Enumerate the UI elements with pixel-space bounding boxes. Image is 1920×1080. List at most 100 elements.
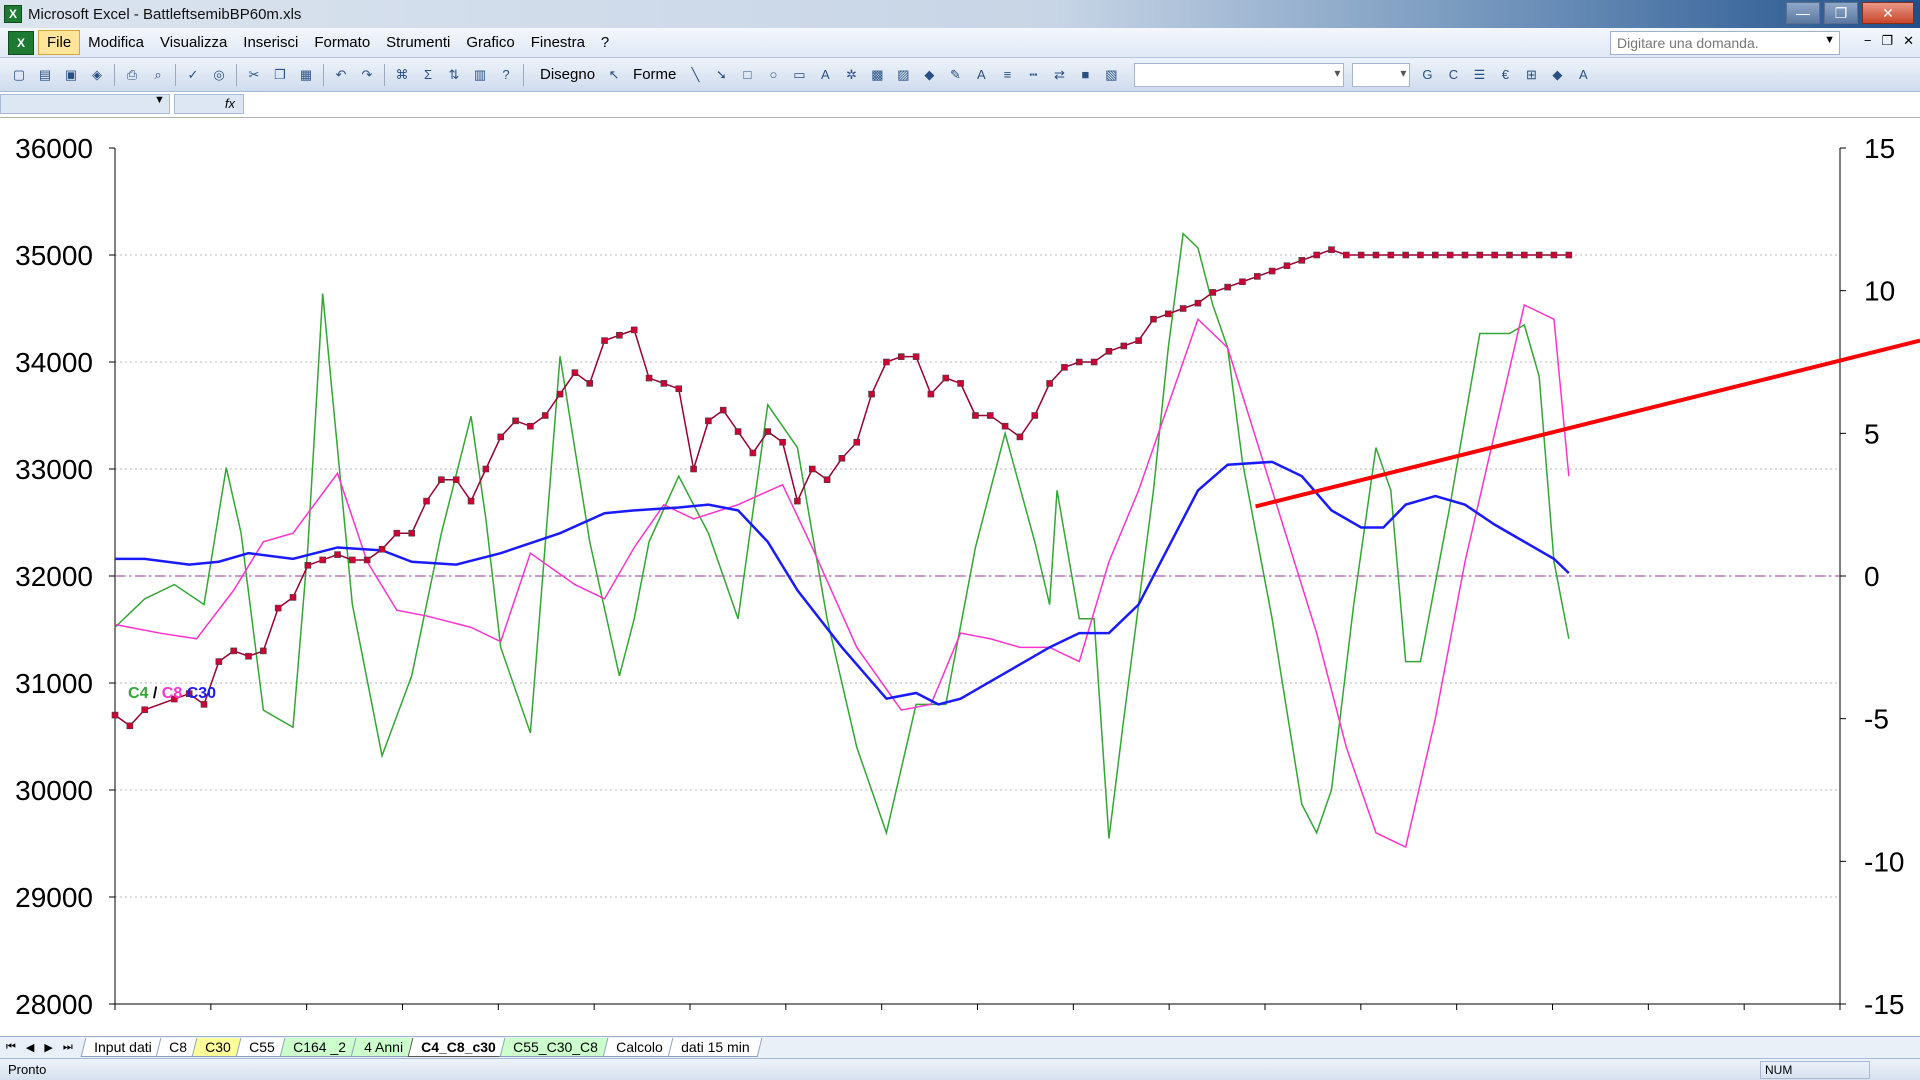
- clipart-icon[interactable]: ▩: [867, 65, 887, 85]
- price-marker: [1521, 251, 1528, 259]
- menu-grafico[interactable]: Grafico: [458, 31, 522, 54]
- sheet-tab-4-anni[interactable]: 4 Anni: [350, 1038, 416, 1057]
- oval-icon[interactable]: ○: [763, 65, 783, 85]
- print-icon[interactable]: ⎙: [122, 65, 142, 85]
- status-bar: Pronto NUM: [0, 1058, 1920, 1080]
- new-icon[interactable]: ▢: [9, 65, 29, 85]
- paste-icon[interactable]: ▦: [296, 65, 316, 85]
- research-icon[interactable]: ◎: [209, 65, 229, 85]
- cut-icon[interactable]: ✂: [244, 65, 264, 85]
- line-color-icon[interactable]: ✎: [945, 65, 965, 85]
- redo-icon[interactable]: ↷: [357, 65, 377, 85]
- fill-color-icon[interactable]: ◆: [919, 65, 939, 85]
- chevron-down-icon[interactable]: ▼: [1824, 34, 1835, 46]
- undo-icon[interactable]: ↶: [331, 65, 351, 85]
- arrow-icon[interactable]: ➘: [711, 65, 731, 85]
- bold-button[interactable]: G: [1417, 65, 1437, 85]
- sheet-tab-calcolo[interactable]: Calcolo: [602, 1038, 677, 1057]
- close-button[interactable]: ✕: [1862, 2, 1914, 24]
- arrow-style-icon[interactable]: ⇄: [1049, 65, 1069, 85]
- menu-help[interactable]: ?: [593, 31, 617, 54]
- font-color-icon[interactable]: A: [971, 65, 991, 85]
- maximize-button[interactable]: ❐: [1824, 2, 1858, 24]
- align-icon[interactable]: ☰: [1469, 65, 1489, 85]
- last-sheet-icon[interactable]: ⏭: [63, 1041, 73, 1054]
- price-marker: [452, 476, 460, 484]
- menu-strumenti[interactable]: Strumenti: [378, 31, 458, 54]
- dash-style-icon[interactable]: ┅: [1023, 65, 1043, 85]
- menu-file[interactable]: File: [38, 30, 81, 55]
- menu-formato[interactable]: Formato: [306, 31, 378, 54]
- font-name-select[interactable]: [1134, 62, 1345, 87]
- 3d-icon[interactable]: ▧: [1101, 65, 1121, 85]
- open-icon[interactable]: ▤: [35, 65, 55, 85]
- save-icon[interactable]: ▣: [61, 65, 81, 85]
- menu-visualizza[interactable]: Visualizza: [152, 31, 235, 54]
- fill-color-icon[interactable]: ◆: [1547, 65, 1567, 85]
- minimize-button[interactable]: —: [1786, 2, 1820, 24]
- right-tick-label: 10: [1864, 276, 1895, 307]
- textbox-icon[interactable]: ▭: [789, 65, 809, 85]
- doc-minimize-button[interactable]: −: [1864, 33, 1872, 49]
- hyperlink-icon[interactable]: ⌘: [392, 65, 412, 85]
- chart-area[interactable]: 36000 35000 34000 33000 32000 31000 30000 29000…: [0, 118, 1920, 1036]
- price-marker: [749, 449, 757, 457]
- sheet-tab-c4-c8-c30[interactable]: C4_C8_c30: [407, 1038, 509, 1057]
- excel-app-icon[interactable]: X: [4, 5, 22, 23]
- menu-inserisci[interactable]: Inserisci: [235, 31, 306, 54]
- sort-icon[interactable]: ⇅: [444, 65, 464, 85]
- price-marker: [467, 497, 475, 505]
- price-marker: [1120, 342, 1128, 350]
- line-style-icon[interactable]: ≡: [997, 65, 1017, 85]
- sheet-tab-c55-c30-c8[interactable]: C55_C30_C8: [499, 1038, 612, 1057]
- sheet-tab-input-dati[interactable]: Input dati: [80, 1038, 165, 1057]
- toolbar-separator: [114, 63, 115, 86]
- permission-icon[interactable]: ◈: [87, 65, 107, 85]
- doc-restore-button[interactable]: ❐: [1881, 33, 1893, 49]
- sheet-tab-label: C164 _2: [292, 1039, 346, 1055]
- currency-button[interactable]: €: [1495, 65, 1515, 85]
- menu-modifica[interactable]: Modifica: [80, 31, 152, 54]
- name-box[interactable]: [0, 94, 170, 114]
- next-sheet-icon[interactable]: ▶: [44, 1041, 52, 1054]
- price-marker: [883, 358, 890, 366]
- font-size-select[interactable]: [1352, 62, 1411, 87]
- first-sheet-icon[interactable]: ⏮: [6, 1041, 16, 1054]
- price-marker: [853, 438, 861, 446]
- print-preview-icon[interactable]: ⌕: [148, 65, 168, 85]
- line-icon[interactable]: ╲: [685, 65, 705, 85]
- sheet-tab-dati-15-min[interactable]: dati 15 min: [667, 1038, 763, 1057]
- price-marker: [986, 412, 994, 419]
- drawing-menu-button[interactable]: Disegno: [540, 66, 595, 83]
- price-marker: [675, 385, 683, 393]
- chart-wizard-icon[interactable]: ▥: [470, 65, 490, 85]
- help-icon[interactable]: ?: [496, 65, 516, 85]
- italic-button[interactable]: C: [1443, 65, 1463, 85]
- insert-function-button[interactable]: fx: [174, 94, 244, 114]
- title-bar: X Microsoft Excel - BattleftsemibBP60m.x…: [0, 0, 1920, 28]
- chevron-down-icon[interactable]: ▼: [154, 94, 165, 106]
- price-marker: [794, 497, 801, 505]
- diagram-icon[interactable]: ✲: [841, 65, 861, 85]
- select-objects-icon[interactable]: ↖: [604, 65, 624, 85]
- sum-icon[interactable]: Σ: [418, 65, 438, 85]
- font-color-icon[interactable]: A: [1573, 65, 1593, 85]
- spelling-icon[interactable]: ✓: [183, 65, 203, 85]
- price-marker: [897, 353, 905, 360]
- prev-sheet-icon[interactable]: ◀: [26, 1041, 34, 1054]
- shadow-icon[interactable]: ■: [1075, 65, 1095, 85]
- borders-icon[interactable]: ⊞: [1521, 65, 1541, 85]
- picture-icon[interactable]: ▨: [893, 65, 913, 85]
- menu-finestra[interactable]: Finestra: [523, 31, 593, 54]
- workbook-icon[interactable]: X: [8, 30, 34, 55]
- sheet-tab-c164-2[interactable]: C164 _2: [279, 1038, 359, 1057]
- doc-close-button[interactable]: ✕: [1903, 33, 1914, 49]
- price-marker: [1446, 251, 1454, 259]
- price-marker: [927, 390, 935, 398]
- ask-question-input[interactable]: Digitare una domanda. ▼: [1610, 31, 1840, 55]
- price-marker: [393, 529, 401, 537]
- shapes-menu-button[interactable]: Forme: [633, 66, 676, 83]
- rectangle-icon[interactable]: □: [737, 65, 757, 85]
- copy-icon[interactable]: ❐: [270, 65, 290, 85]
- wordart-icon[interactable]: A: [815, 65, 835, 85]
